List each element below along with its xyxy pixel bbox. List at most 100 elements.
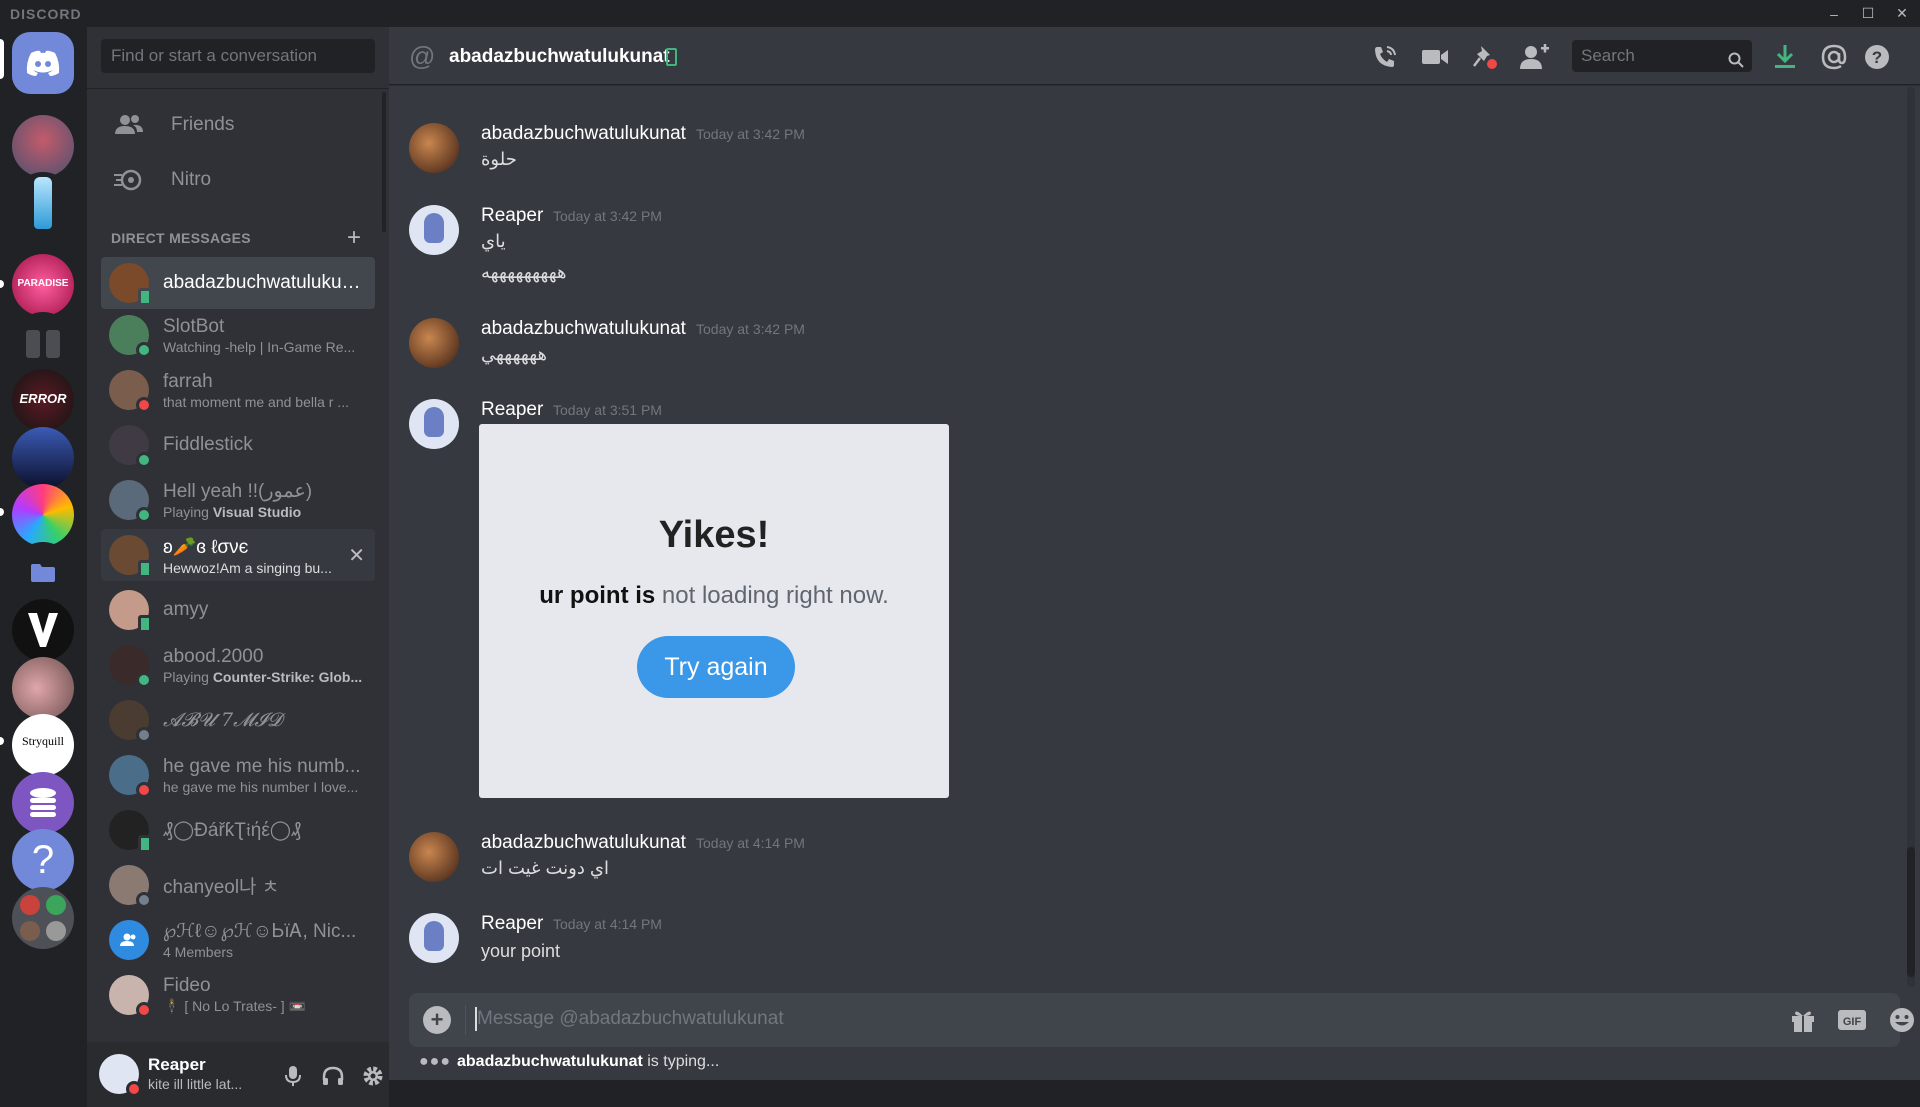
message-text: اي دونت غيت ات: [481, 858, 609, 878]
message-author[interactable]: Reaper: [481, 913, 543, 935]
avatar[interactable]: [409, 832, 459, 882]
avatar[interactable]: [409, 123, 459, 173]
server-icon[interactable]: [12, 484, 74, 546]
mentions-icon[interactable]: [1819, 42, 1849, 72]
close-dm-icon[interactable]: ✕: [348, 543, 365, 568]
nav-nitro[interactable]: Nitro: [101, 155, 375, 205]
dm-status-text: that moment me and bella r ...: [163, 393, 349, 410]
video-call-icon[interactable]: [1420, 42, 1450, 72]
settings-gear-icon[interactable]: [357, 1060, 389, 1092]
dm-item[interactable]: Fiddlestick: [101, 419, 375, 471]
avatar[interactable]: [409, 913, 459, 963]
group-avatar: [109, 920, 149, 960]
pinned-messages-icon[interactable]: [1470, 42, 1500, 72]
group-icon: [120, 933, 136, 946]
server-icon[interactable]: [12, 312, 74, 374]
emoji-icon[interactable]: [1887, 1005, 1917, 1035]
dm-activity: Playing Counter-Strike: Glob...: [163, 668, 363, 685]
server-icon[interactable]: PARADISE: [12, 254, 74, 316]
dm-sidebar: Find or start a conversation Friends Nit…: [87, 27, 389, 1107]
server-icon[interactable]: [12, 772, 74, 834]
image-embed[interactable]: Yikes! ur point is not loading right now…: [479, 424, 949, 798]
server-icon[interactable]: ERROR: [12, 369, 74, 431]
dm-item[interactable]: abadazbuchwatulukunat: [101, 257, 375, 309]
add-friend-to-dm-icon[interactable]: [1520, 42, 1550, 72]
voice-call-icon[interactable]: [1370, 42, 1400, 72]
server-icon[interactable]: [12, 115, 74, 177]
scrollbar-thumb[interactable]: [1907, 847, 1915, 977]
home-button[interactable]: [12, 32, 74, 94]
message-timestamp: Today at 3:42 PM: [696, 126, 805, 142]
dm-name: ℘ℋℓ☺℘ℋ☺ᏏïᎪ, Nic...: [163, 921, 357, 942]
message-author[interactable]: abadazbuchwatulukunat: [481, 832, 686, 854]
maximize-button[interactable]: ☐: [1852, 0, 1884, 27]
user-avatar[interactable]: [99, 1054, 142, 1097]
nav-label: Friends: [171, 114, 235, 135]
chat-scrollbar[interactable]: [1907, 87, 1915, 987]
server-folder[interactable]: [12, 887, 74, 949]
message-author[interactable]: Reaper: [481, 205, 543, 227]
dm-item[interactable]: ʚ🥕ɞ ℓσνє Hewwoz!Am a singing bu... ✕: [101, 529, 375, 581]
chat-header: @ abadazbuchwatulukunat Search ?: [389, 27, 1920, 85]
avatar[interactable]: [409, 205, 459, 255]
dm-item[interactable]: Hell yeah !!(عمور) Playing Visual Studio: [101, 474, 375, 526]
attach-plus-icon[interactable]: +: [423, 1006, 451, 1034]
direct-messages-header: DIRECT MESSAGES: [111, 230, 251, 246]
dnd-status-icon: [126, 1081, 142, 1097]
group-dm-item[interactable]: ℘ℋℓ☺℘ℋ☺ᏏïᎪ, Nic... 4 Members: [101, 914, 375, 966]
avatar[interactable]: [409, 318, 459, 368]
avatar: [109, 975, 152, 1018]
chat-area: @ abadazbuchwatulukunat Search ? abadazb…: [389, 27, 1920, 1080]
dm-item[interactable]: Fideo 🕴 [ No Lo Trates- ] 📼: [101, 969, 375, 1021]
message-input[interactable]: Message @abadazbuchwatulukunat: [477, 1008, 784, 1030]
message-text: حلوة: [481, 149, 517, 169]
dm-item[interactable]: farrah that moment me and bella r ...: [101, 364, 375, 416]
dm-item[interactable]: amyy: [101, 584, 375, 636]
dm-item[interactable]: ₰◯ĐářƙƮ𝔦ήέ◯₰: [101, 804, 375, 856]
headphones-icon[interactable]: [317, 1060, 349, 1092]
mobile-status-icon: [138, 615, 152, 633]
embed-title: Yikes!: [658, 514, 770, 556]
dm-name: Fiddlestick: [163, 434, 253, 455]
gift-icon[interactable]: [1788, 1005, 1818, 1035]
message-author[interactable]: abadazbuchwatulukunat: [481, 318, 686, 340]
microphone-icon[interactable]: [277, 1060, 309, 1092]
message-author[interactable]: abadazbuchwatulukunat: [481, 123, 686, 145]
server-icon[interactable]: [12, 599, 74, 661]
avatar[interactable]: [409, 399, 459, 449]
message-text: ياي: [481, 231, 506, 251]
server-icon[interactable]: Stryquill: [12, 714, 74, 776]
message-text: your point: [481, 941, 561, 961]
find-conversation-input[interactable]: Find or start a conversation: [101, 39, 375, 73]
message-timestamp: Today at 3:42 PM: [696, 321, 805, 337]
message-composer: + Message @abadazbuchwatulukunat GIF: [409, 993, 1914, 1047]
dm-item[interactable]: SlotBot Watching -help | In-Game Re...: [101, 309, 375, 361]
download-icon[interactable]: [1770, 42, 1800, 72]
search-input[interactable]: Search: [1572, 40, 1752, 72]
gif-icon[interactable]: GIF: [1837, 1005, 1867, 1035]
dm-name: Hell yeah !!(عمور): [163, 481, 313, 502]
create-dm-button[interactable]: +: [347, 224, 361, 252]
dm-item[interactable]: chanyeol나 ㅊ: [101, 859, 375, 911]
help-icon[interactable]: ?: [12, 829, 74, 891]
dm-item[interactable]: 𝓐𝓑𝓤 7𝓜𝓘𝓓: [101, 694, 375, 746]
message-author[interactable]: Reaper: [481, 399, 543, 421]
close-window-button[interactable]: ✕: [1886, 0, 1918, 27]
server-icon[interactable]: [12, 427, 74, 489]
dm-name: SlotBot: [163, 315, 225, 337]
nav-friends[interactable]: Friends: [101, 100, 375, 150]
message-timestamp: Today at 3:42 PM: [553, 208, 662, 224]
help-icon[interactable]: ?: [1862, 42, 1892, 72]
minimize-button[interactable]: –: [1818, 0, 1850, 27]
dm-item[interactable]: abood.2000 Playing Counter-Strike: Glob..…: [101, 639, 375, 691]
server-folder[interactable]: [12, 542, 74, 604]
server-icon[interactable]: [12, 657, 74, 719]
dm-item[interactable]: he gave me his numb... he gave me his num…: [101, 749, 375, 801]
nav-label: Nitro: [171, 169, 212, 190]
avatar: [109, 865, 152, 908]
server-icon[interactable]: [12, 172, 74, 234]
dm-name: amyy: [163, 599, 209, 620]
dm-name: abood.2000: [163, 645, 264, 667]
try-again-button[interactable]: Try again: [637, 636, 795, 698]
sidebar-scrollbar[interactable]: [382, 92, 386, 232]
